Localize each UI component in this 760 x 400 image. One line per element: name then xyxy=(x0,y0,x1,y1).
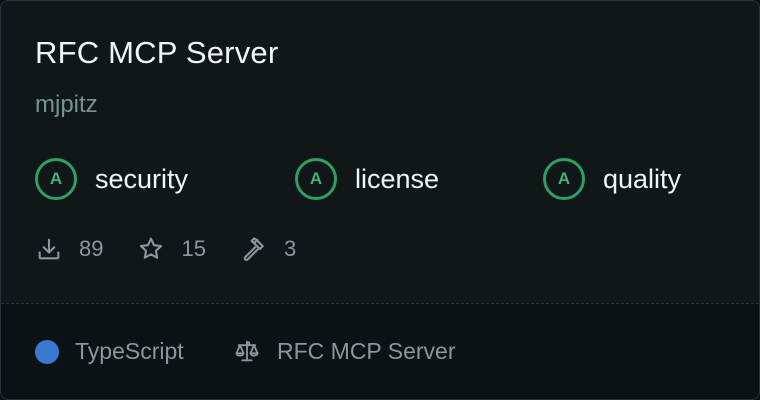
tools-count: 3 xyxy=(283,236,297,261)
server-title[interactable]: RFC MCP Server xyxy=(35,35,278,71)
grade-badge-license: A xyxy=(295,158,337,200)
grade-quality: A quality xyxy=(543,156,681,202)
grade-label-quality: quality xyxy=(603,163,682,194)
grade-label-security: security xyxy=(95,163,189,194)
tools-stat: 3 xyxy=(240,235,296,263)
server-author[interactable]: mjpitz xyxy=(35,91,98,119)
grade-badge-quality: A xyxy=(543,158,585,200)
server-card[interactable]: RFC MCP Server mjpitz A security A licen… xyxy=(0,0,760,400)
downloads-count: 89 xyxy=(79,236,104,261)
card-footer: TypeScript RFC MCP Server xyxy=(1,304,759,399)
stats-row: 89 15 3 xyxy=(35,234,330,264)
hammer-icon xyxy=(243,237,264,262)
grade-badge-security: A xyxy=(35,158,77,200)
stars-stat: 15 xyxy=(137,235,206,263)
downloads-stat: 89 xyxy=(35,235,103,263)
grade-label-license: license xyxy=(355,163,440,194)
language-label: TypeScript xyxy=(75,338,184,364)
stars-count: 15 xyxy=(181,236,206,261)
license-label: RFC MCP Server xyxy=(277,337,456,364)
grade-license: A license xyxy=(295,156,439,202)
language-color-dot xyxy=(35,339,59,364)
license-info: RFC MCP Server xyxy=(233,337,456,365)
download-icon xyxy=(38,238,60,260)
grade-security: A security xyxy=(35,156,188,202)
star-icon xyxy=(140,237,163,259)
language-info: TypeScript xyxy=(35,338,184,365)
scale-icon xyxy=(235,340,259,362)
